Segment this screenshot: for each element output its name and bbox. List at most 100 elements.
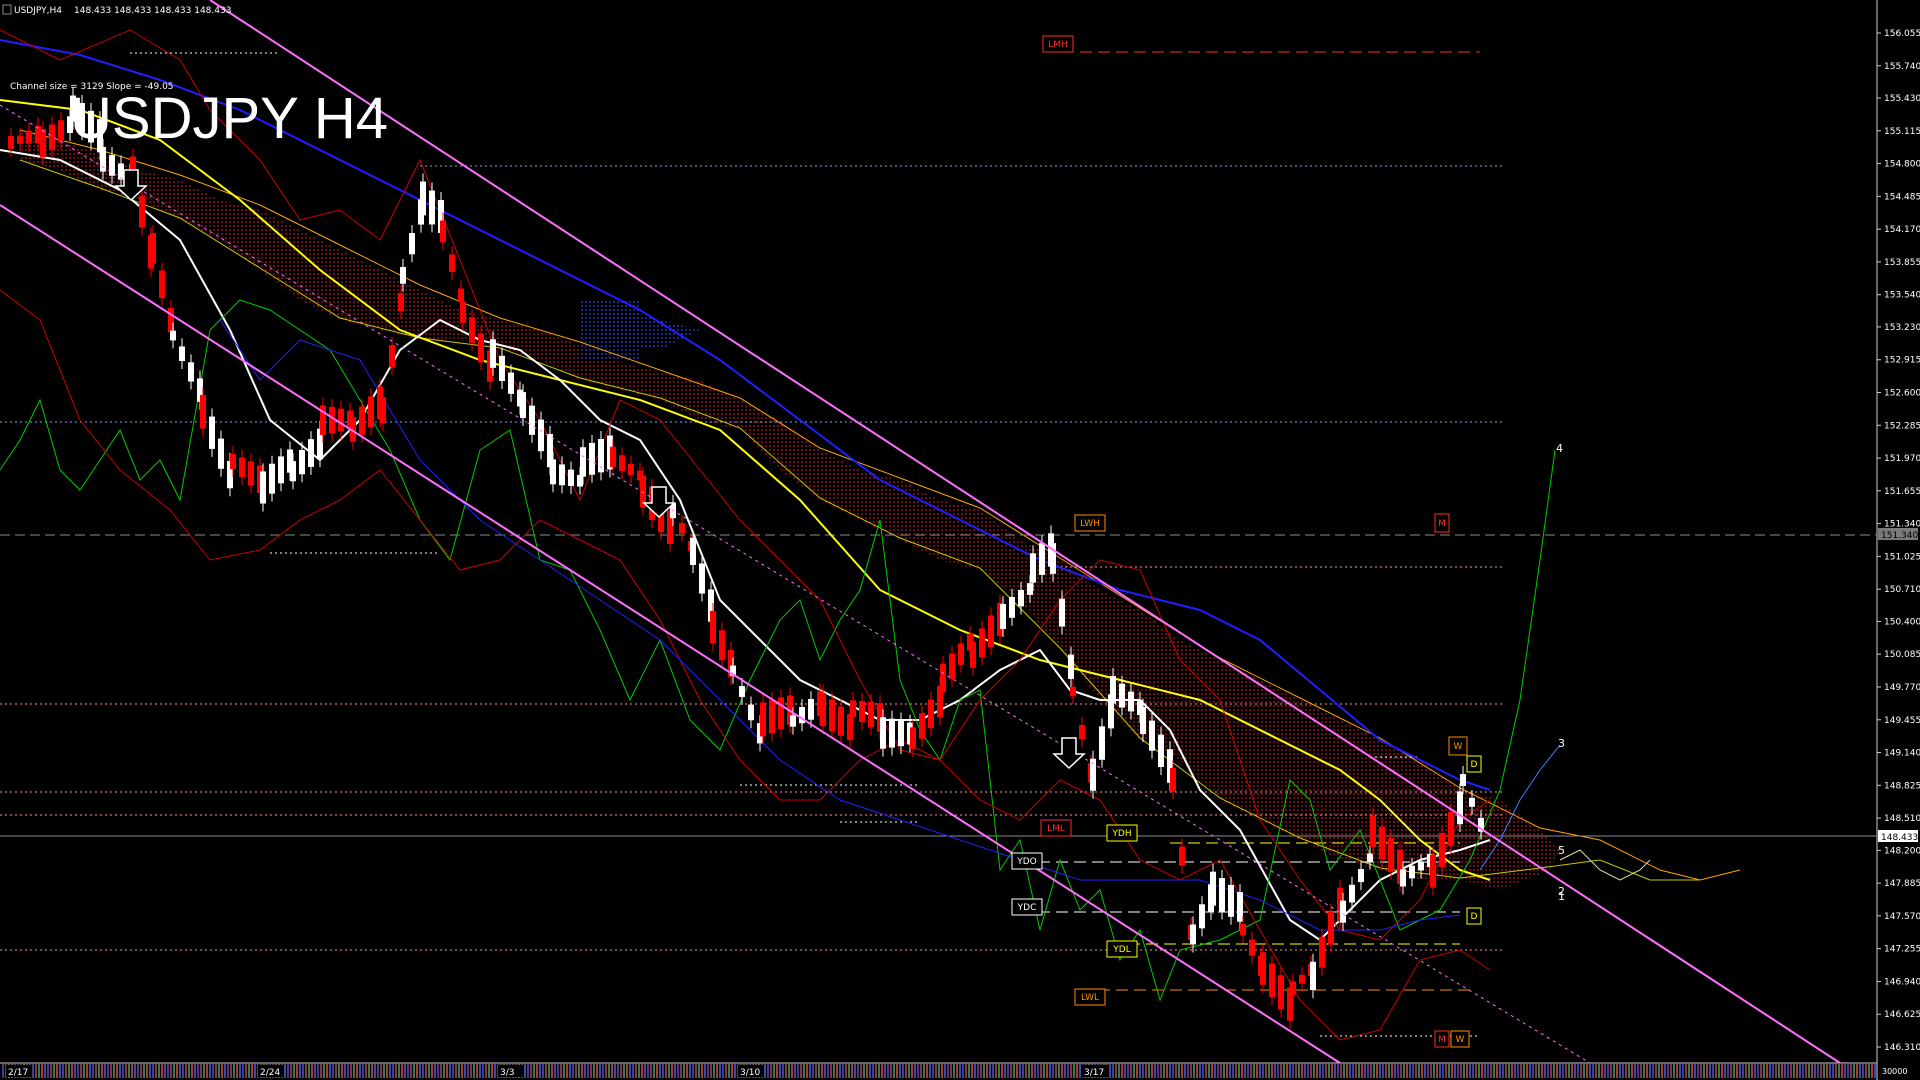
x-axis-strip: [1337, 1064, 1339, 1078]
x-axis-strip: [1370, 1064, 1372, 1078]
x-axis-strip: [1031, 1064, 1033, 1078]
candle-body: [1228, 884, 1234, 917]
x-axis-strip: [464, 1064, 466, 1078]
x-axis-strip: [230, 1064, 232, 1078]
candle-body: [1018, 589, 1024, 607]
x-axis-strip: [1580, 1064, 1582, 1078]
price-chart[interactable]: LMHLWH MLML YDHYDOYDCYDLLWLWDDM W 43521 USD…: [0, 0, 1920, 1080]
y-tick-label: 146.940: [1884, 977, 1920, 987]
candle-body: [188, 362, 194, 382]
x-axis-strip: [533, 1064, 535, 1078]
x-axis-strip: [473, 1064, 475, 1078]
candle-body: [200, 394, 206, 429]
x-axis-strip: [575, 1064, 577, 1078]
candle-body: [260, 471, 266, 504]
x-axis-strip: [1652, 1064, 1654, 1078]
x-axis-strip: [1793, 1064, 1795, 1078]
candle-body: [1099, 726, 1105, 760]
x-axis-strip: [194, 1064, 196, 1078]
x-axis-strip: [662, 1064, 664, 1078]
symbol-header: USDJPY,H4: [14, 6, 62, 16]
x-axis-strip: [341, 1064, 343, 1078]
x-axis-strip: [245, 1064, 247, 1078]
x-axis-strip: [1772, 1064, 1774, 1078]
x-axis-strip: [1070, 1064, 1072, 1078]
x-axis-strip: [1346, 1064, 1348, 1078]
x-axis-strip: [1499, 1064, 1501, 1078]
quote-header: 148.433 148.433 148.433 148.433: [74, 6, 231, 16]
svg-text:151.340: 151.340: [1881, 531, 1918, 541]
x-axis-strip: [1061, 1064, 1063, 1078]
x-axis-strip: [1856, 1064, 1858, 1078]
x-axis-strip: [1559, 1064, 1561, 1078]
level-label-lmh: LMH: [1042, 35, 1074, 53]
x-axis-strip: [1316, 1064, 1318, 1078]
x-axis-strip: [1133, 1064, 1135, 1078]
x-axis-strip: [389, 1064, 391, 1078]
x-axis-strip: [899, 1064, 901, 1078]
x-axis-strip: [200, 1064, 202, 1078]
x-axis-strip: [1286, 1064, 1288, 1078]
svg-text:YDH: YDH: [1111, 829, 1131, 839]
x-axis-strip: [779, 1064, 781, 1078]
x-axis-strip: [1508, 1064, 1510, 1078]
x-axis-strip: [1334, 1064, 1336, 1078]
candle-body: [550, 459, 556, 485]
x-axis-strip: [1595, 1064, 1597, 1078]
candle-body: [538, 419, 544, 452]
candle-body: [769, 699, 775, 734]
x-axis-strip: [1640, 1064, 1642, 1078]
x-axis-strip: [1454, 1064, 1456, 1078]
candle-body: [529, 405, 535, 435]
y-tick-label: 153.230: [1884, 323, 1920, 333]
candle-body: [1290, 981, 1296, 996]
y-tick-label: 152.915: [1884, 356, 1920, 366]
x-axis-strip: [956, 1064, 958, 1078]
x-axis-strip: [926, 1064, 928, 1078]
x-axis-strip: [1718, 1064, 1720, 1078]
x-axis-strip: [1343, 1064, 1345, 1078]
x-axis-strip: [248, 1064, 250, 1078]
x-axis-strip: [374, 1064, 376, 1078]
x-axis-strip: [644, 1064, 646, 1078]
x-axis-strip: [1067, 1064, 1069, 1078]
x-axis-strip: [1142, 1064, 1144, 1078]
x-axis-strip: [1019, 1064, 1021, 1078]
candle-body: [269, 463, 275, 494]
candle-body: [1110, 675, 1116, 704]
candle-body: [829, 699, 835, 732]
x-axis-strip: [542, 1064, 544, 1078]
x-axis-strip: [1769, 1064, 1771, 1078]
x-axis-strip: [1715, 1064, 1717, 1078]
x-axis-strip: [1490, 1064, 1492, 1078]
level-label-ydc: YDC: [1011, 898, 1043, 916]
x-axis-strip: [1475, 1064, 1477, 1078]
candle-body: [710, 610, 716, 644]
candle-body: [1328, 911, 1334, 945]
x-axis-strip: [971, 1064, 973, 1078]
x-axis-strip: [1340, 1064, 1342, 1078]
candle-body: [1469, 797, 1475, 807]
x-axis-strip: [992, 1064, 994, 1078]
x-axis-strip: [1262, 1064, 1264, 1078]
x-axis-strip: [683, 1064, 685, 1078]
x-axis-strip: [1160, 1064, 1162, 1078]
x-axis-strip: [839, 1064, 841, 1078]
x-axis-strip: [407, 1064, 409, 1078]
x-axis-strip: [1517, 1064, 1519, 1078]
x-axis-strip: [1574, 1064, 1576, 1078]
x-axis-strip: [395, 1064, 397, 1078]
x-axis-strip: [1751, 1064, 1753, 1078]
x-axis-strip: [1307, 1064, 1309, 1078]
candle-body: [1009, 596, 1015, 618]
y-tick-label: 149.770: [1884, 683, 1920, 693]
candle-body: [928, 699, 934, 729]
x-axis-strip: [1403, 1064, 1405, 1078]
x-axis-strip: [212, 1064, 214, 1078]
candle-body: [910, 727, 916, 749]
x-axis-strip: [1004, 1064, 1006, 1078]
candle-body: [1170, 768, 1176, 792]
x-axis-strip: [1427, 1064, 1429, 1078]
x-axis-strip: [1583, 1064, 1585, 1078]
x-axis-strip: [878, 1064, 880, 1078]
